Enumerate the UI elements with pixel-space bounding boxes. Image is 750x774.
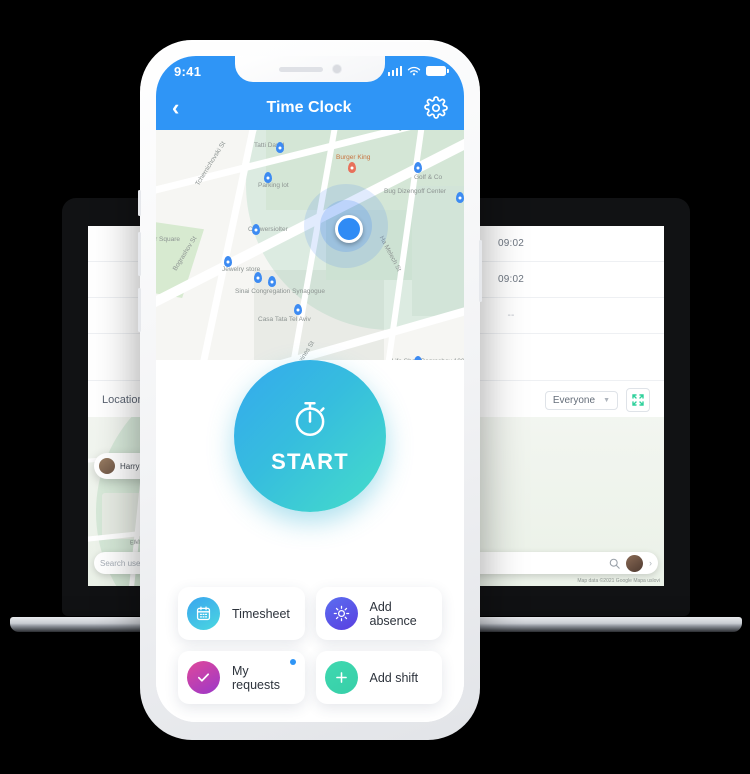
map-pin-icon — [276, 142, 284, 153]
map-pin-icon — [456, 192, 464, 203]
my-requests-card-label: My requests — [232, 663, 280, 692]
map-pin-icon — [264, 172, 272, 183]
timesheet-card[interactable]: Timesheet — [178, 587, 305, 640]
speaker-grille — [279, 66, 323, 72]
search-icon[interactable] — [609, 558, 620, 569]
start-button-label: START — [271, 448, 349, 474]
chevron-right-icon[interactable]: › — [649, 558, 652, 568]
map-canvas: Holmes Place Dizengoff Embassy o Tatti D… — [156, 130, 464, 360]
add-absence-card[interactable]: Add absence — [315, 587, 442, 640]
stopwatch-icon — [295, 401, 325, 436]
volume-up-button[interactable] — [138, 232, 141, 276]
place-label: Golf & Co — [414, 174, 443, 181]
place-label: Parking lot — [258, 182, 289, 189]
map-pin-icon — [224, 256, 232, 267]
add-shift-card-label: Add shift — [369, 670, 419, 685]
place-label: Holmes Place Dizengoff — [340, 130, 409, 132]
place-label: Casa Tata Tel Aviv — [258, 316, 311, 323]
avatar — [99, 458, 115, 474]
add-shift-card[interactable]: Add shift — [315, 651, 442, 704]
status-bar-time: 9:41 — [174, 63, 202, 79]
map-pin-icon — [252, 224, 260, 235]
map-pin-icon — [414, 162, 422, 173]
calendar-icon — [187, 597, 220, 630]
phone-notch — [235, 56, 385, 82]
volume-down-button[interactable] — [138, 288, 141, 332]
map-pin-icon — [348, 162, 356, 173]
front-camera — [333, 65, 341, 73]
status-bar-indicators — [387, 66, 449, 77]
my-requests-card[interactable]: My requests — [178, 651, 305, 704]
map-pin-icon — [294, 304, 302, 315]
location-map[interactable]: Holmes Place Dizengoff Embassy o Tatti D… — [156, 130, 464, 360]
map-pin-icon — [268, 276, 276, 287]
gear-icon[interactable] — [424, 96, 448, 120]
signal-bars-icon — [387, 66, 402, 76]
expand-icon[interactable] — [626, 388, 650, 412]
screenshot-stage: 17:02 09:02 17:02 09:02 -- -- Location — [0, 0, 750, 774]
current-location-dot — [335, 215, 363, 243]
add-absence-card-label: Add absence — [369, 599, 417, 628]
chevron-left-icon[interactable]: ‹ — [172, 97, 194, 119]
place-label: Burger King — [336, 154, 371, 161]
quick-actions-grid: Timesheet Add absence My requests Add sh… — [156, 587, 464, 704]
phone-screen: 9:41 ‹ Time Clock Tatti David Burger Kin… — [156, 56, 464, 722]
map-attribution: Map data ©2021 Google Mapa uslovi — [577, 578, 660, 584]
check-icon — [187, 661, 220, 694]
mute-switch[interactable] — [138, 190, 141, 216]
start-button-area: START — [156, 346, 464, 526]
timesheet-card-label: Timesheet — [232, 606, 290, 621]
wifi-icon — [407, 66, 421, 75]
chevron-down-icon: ▼ — [603, 396, 610, 404]
place-label: Sinai Congregation Synagogue — [235, 288, 325, 295]
map-pin-icon — [254, 272, 262, 283]
everyone-filter-dropdown[interactable]: Everyone ▼ — [544, 390, 618, 410]
page-title: Time Clock — [266, 99, 352, 116]
notification-badge — [289, 659, 296, 665]
start-button[interactable]: START — [234, 360, 386, 512]
sun-icon — [324, 597, 358, 630]
everyone-filter-value: Everyone — [552, 394, 596, 406]
battery-icon — [426, 66, 449, 76]
phone-mockup: 9:41 ‹ Time Clock Tatti David Burger Kin… — [138, 40, 482, 740]
place-label: Bug Dizengoff Center — [384, 188, 447, 195]
place-label: Max Shofar Square — [156, 236, 181, 243]
plus-icon — [324, 661, 358, 694]
avatar[interactable] — [626, 554, 643, 572]
power-button[interactable] — [479, 240, 482, 302]
app-header: ‹ Time Clock — [156, 86, 464, 130]
